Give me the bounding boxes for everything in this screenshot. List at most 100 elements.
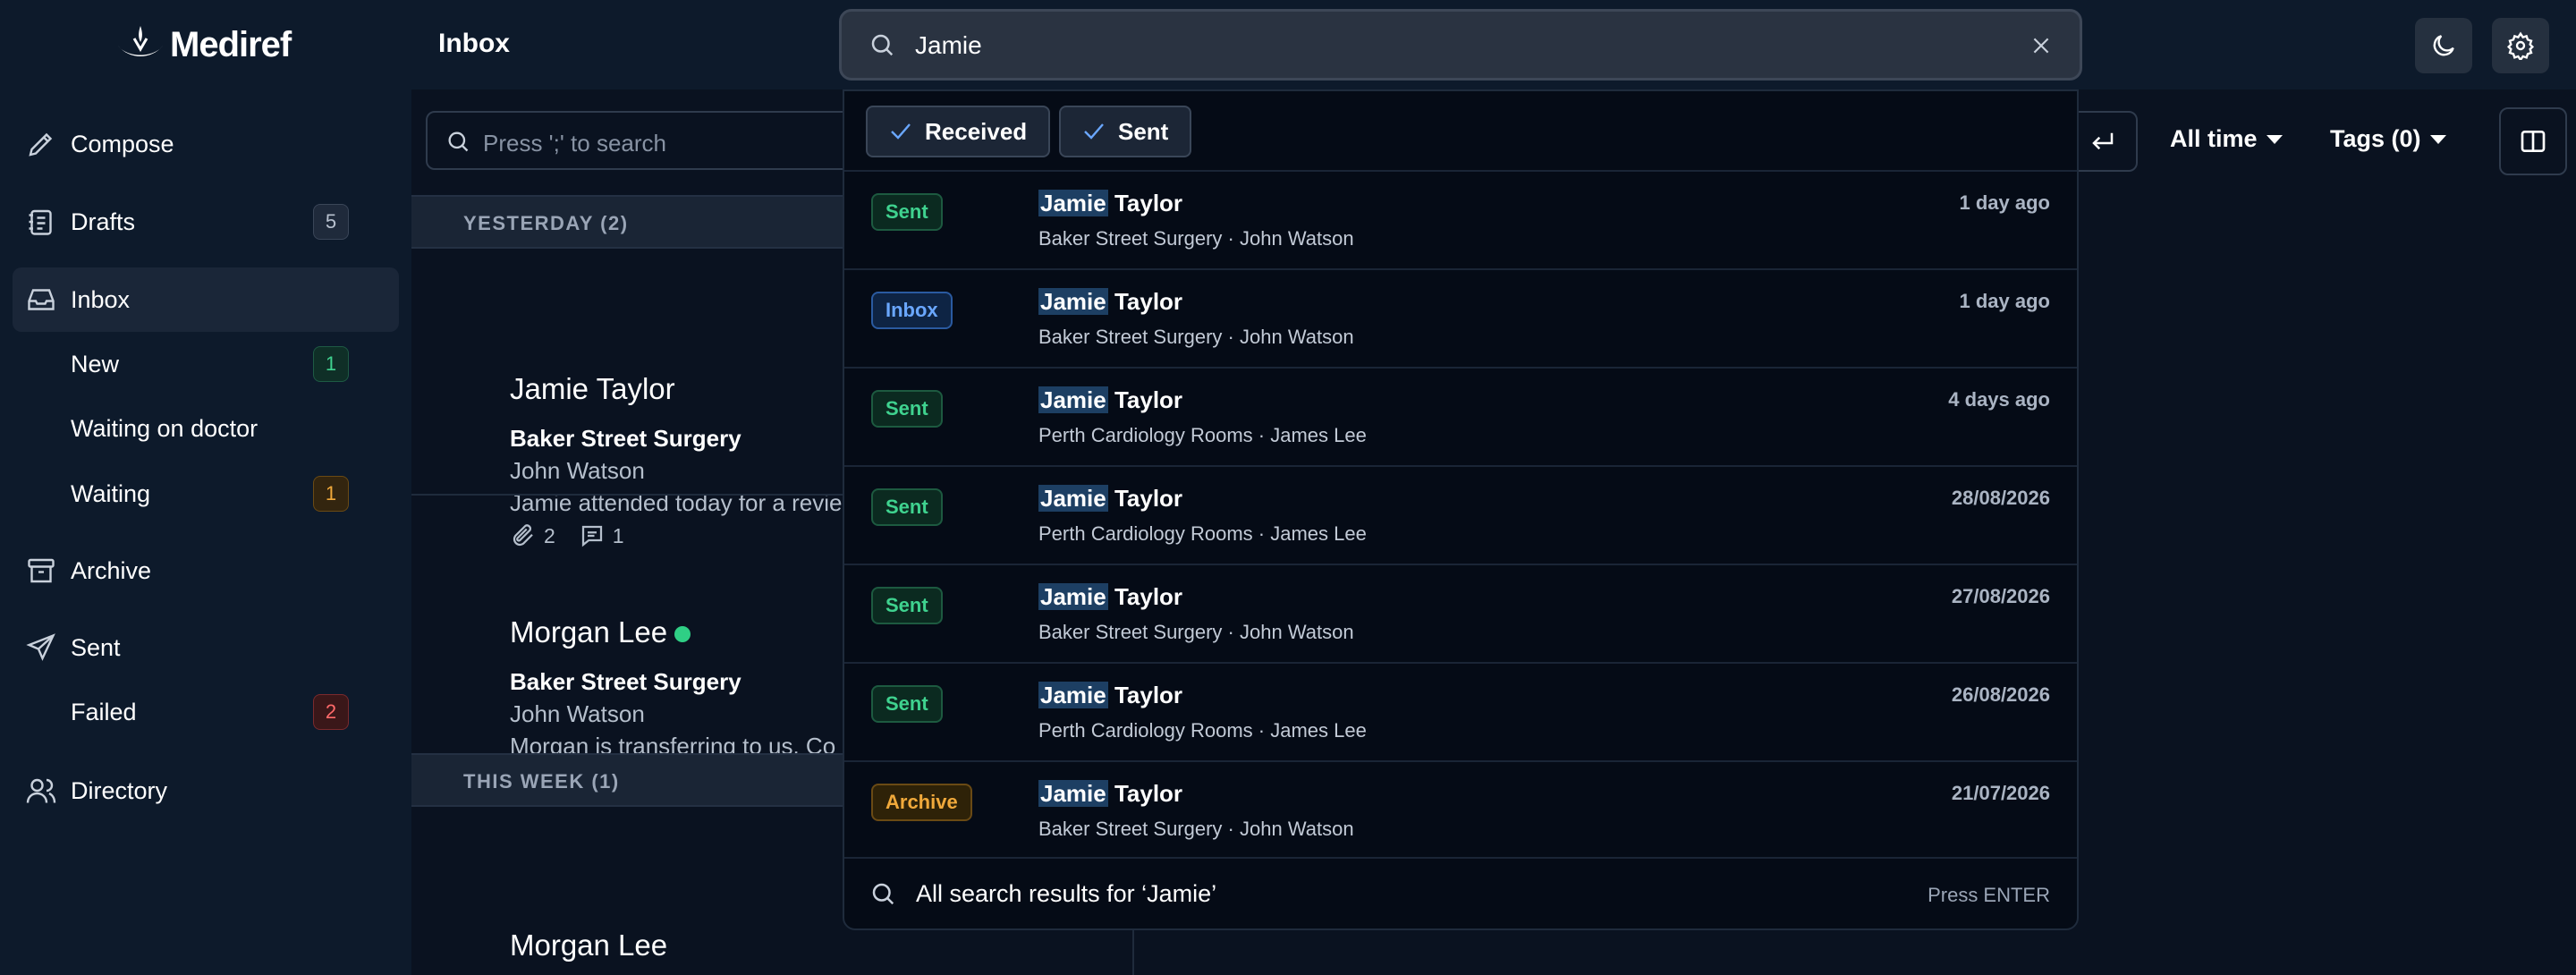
filter-chip-received[interactable]: Received: [866, 106, 1051, 157]
result-name: Jamie Taylor: [1038, 386, 1183, 413]
archive-icon: [25, 555, 57, 587]
sidebar-item-label: Archive: [71, 556, 152, 584]
search-result[interactable]: Inbox Jamie Taylor Baker Street Surgery …: [844, 270, 2077, 367]
practice-name: Baker Street Surgery: [510, 668, 741, 695]
sidebar-item-label: Waiting on doctor: [71, 414, 258, 442]
sidebar-item-label: Sent: [71, 633, 121, 661]
result-subtitle: Baker Street Surgery · John Watson: [1038, 227, 1354, 250]
sidebar-item-waiting[interactable]: Waiting 1: [13, 462, 399, 526]
search-result[interactable]: Sent Jamie Taylor Baker Street Surgery ·…: [844, 172, 2077, 268]
status-badge: Sent: [871, 193, 943, 231]
group-label: YESTERDAY (2): [463, 212, 629, 234]
pencil-icon: [25, 128, 57, 160]
result-subtitle: Baker Street Surgery · John Watson: [1038, 621, 1354, 643]
sidebar-item-label: Inbox: [71, 285, 131, 313]
caret-down-icon: [2429, 134, 2446, 144]
caret-down-icon: [2266, 134, 2283, 144]
search-result[interactable]: Sent Jamie Taylor Perth Cardiology Rooms…: [844, 467, 2077, 564]
result-date: 4 days ago: [1948, 388, 2050, 411]
search-result[interactable]: Archive Jamie Taylor Baker Street Surger…: [844, 762, 2077, 859]
page-title: Inbox: [438, 29, 510, 58]
moon-icon: [2433, 35, 2454, 56]
search-result[interactable]: Sent Jamie Taylor Perth Cardiology Rooms…: [844, 369, 2077, 465]
settings-button[interactable]: [2492, 18, 2549, 73]
sidebar-item-compose[interactable]: Compose: [13, 112, 399, 176]
count-badge: 5: [313, 204, 349, 240]
send-icon: [25, 632, 57, 664]
sidebar-item-label: Failed: [71, 698, 137, 725]
doctor-name: John Watson: [510, 700, 645, 727]
sidebar-item-label: Compose: [71, 130, 174, 157]
result-subtitle: Perth Cardiology Rooms · James Lee: [1038, 522, 1367, 545]
filter-chip-sent[interactable]: Sent: [1059, 106, 1192, 157]
toggle-panel-button[interactable]: [2499, 107, 2567, 175]
check-icon: [1084, 123, 1104, 140]
result-name: Jamie Taylor: [1038, 190, 1183, 216]
status-badge: Sent: [871, 390, 943, 428]
result-name: Jamie Taylor: [1038, 780, 1183, 807]
enter-icon: [2092, 132, 2114, 150]
result-date: 26/08/2026: [1951, 683, 2050, 706]
result-date: 21/07/2026: [1951, 782, 2050, 804]
doctor-name: John Watson: [510, 457, 645, 484]
app-logo[interactable]: Mediref: [114, 20, 292, 70]
search-results-dropdown: Received Sent Sent Jamie Taylor Baker St…: [843, 89, 2079, 930]
sidebar-item-archive[interactable]: Archive: [13, 538, 399, 603]
search-result[interactable]: Sent Jamie Taylor Perth Cardiology Rooms…: [844, 664, 2077, 760]
result-name: Jamie Taylor: [1038, 485, 1183, 512]
theme-toggle-button[interactable]: [2415, 18, 2472, 73]
status-badge: Archive: [871, 784, 972, 821]
keyboard-hint: Press ENTER: [1928, 884, 2050, 906]
result-name: Jamie Taylor: [1038, 583, 1183, 610]
sidebar-item-drafts[interactable]: Drafts 5: [13, 190, 399, 254]
sidebar-item-failed[interactable]: Failed 2: [13, 680, 399, 744]
tags-filter-dropdown[interactable]: Tags (0): [2330, 125, 2448, 153]
sidebar: Mediref Compose Drafts 5 Inbox New 1 Wai…: [0, 0, 411, 975]
check-icon: [891, 123, 911, 140]
sidebar-item-sent[interactable]: Sent: [13, 615, 399, 680]
count-badge: 2: [313, 694, 349, 730]
result-name: Jamie Taylor: [1038, 682, 1183, 708]
sidebar-item-label: Directory: [71, 776, 168, 804]
result-date: 1 day ago: [1959, 290, 2050, 312]
sidebar-item-new[interactable]: New 1: [13, 332, 399, 396]
all-results-label: All search results for ‘Jamie’: [916, 880, 1217, 907]
status-badge: Sent: [871, 685, 943, 723]
patient-name: Morgan Lee: [510, 615, 668, 649]
result-date: 28/08/2026: [1951, 487, 2050, 509]
sidebar-item-directory[interactable]: Directory: [13, 759, 399, 823]
sidebar-item-inbox[interactable]: Inbox: [13, 267, 399, 332]
close-icon[interactable]: [2029, 34, 2053, 57]
sidebar-item-label: Drafts: [71, 208, 136, 235]
users-icon: [25, 775, 57, 807]
count-badge: 1: [313, 346, 349, 382]
inbox-icon: [25, 284, 57, 316]
result-date: 27/08/2026: [1951, 585, 2050, 607]
status-badge: Sent: [871, 488, 943, 526]
count-badge: 1: [313, 476, 349, 512]
sidebar-item-label: New: [71, 350, 120, 377]
result-subtitle: Baker Street Surgery · John Watson: [1038, 818, 1354, 840]
time-filter-label: All time: [2170, 125, 2258, 152]
search-placeholder: Press ';' to search: [483, 130, 667, 157]
result-subtitle: Perth Cardiology Rooms · James Lee: [1038, 424, 1367, 446]
patient-name: Jamie Taylor: [510, 372, 675, 405]
tags-filter-label: Tags (0): [2330, 125, 2421, 152]
logo-icon: [118, 26, 163, 56]
gear-icon: [2506, 31, 2535, 60]
search-value: Jamie: [915, 31, 982, 59]
drafts-icon: [25, 206, 57, 238]
search-icon: [871, 34, 894, 56]
all-search-results-link[interactable]: All search results for ‘Jamie’ Press ENT…: [844, 859, 2077, 930]
result-date: 1 day ago: [1959, 191, 2050, 214]
app-name: Mediref: [170, 24, 292, 64]
search-icon: [448, 131, 469, 152]
status-badge: Inbox: [871, 292, 953, 329]
search-result[interactable]: Sent Jamie Taylor Baker Street Surgery ·…: [844, 565, 2077, 662]
global-search-input[interactable]: Jamie: [839, 9, 2082, 81]
sidebar-item-waiting-on-doctor[interactable]: Waiting on doctor: [13, 396, 399, 461]
sidebar-panel-icon: [2521, 131, 2546, 152]
practice-name: Baker Street Surgery: [510, 425, 741, 452]
time-filter-dropdown[interactable]: All time: [2170, 125, 2284, 153]
group-label: THIS WEEK (1): [463, 770, 620, 793]
